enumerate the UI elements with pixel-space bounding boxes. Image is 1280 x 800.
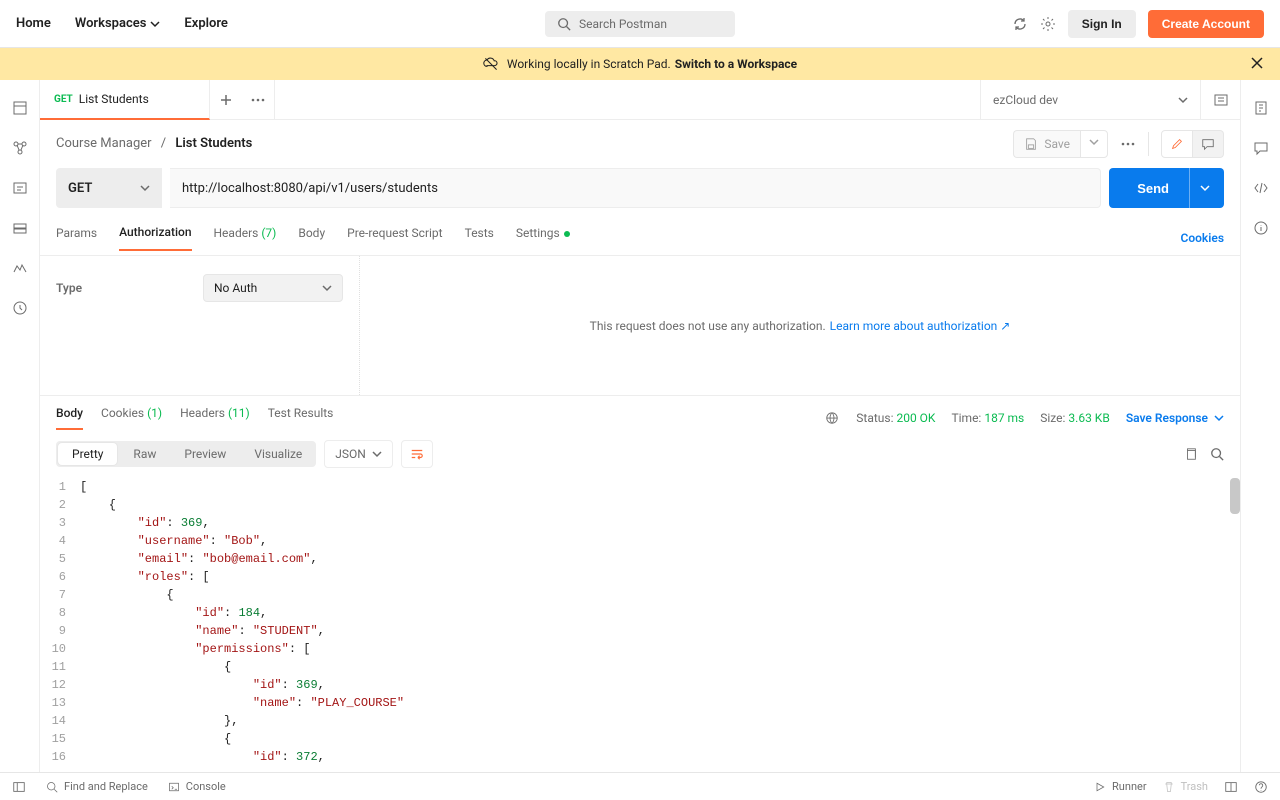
chevron-down-icon (372, 449, 382, 459)
auth-type-selector[interactable]: No Auth (203, 274, 343, 302)
breadcrumb: Course Manager / List Students (56, 136, 252, 151)
switch-workspace-link[interactable]: Switch to a Workspace (675, 57, 797, 71)
code-line: 9 "name": "STUDENT", (40, 622, 1240, 640)
collections-icon[interactable] (12, 100, 28, 116)
scratch-pad-banner: Working locally in Scratch Pad. Switch t… (0, 48, 1280, 80)
code-line: 4 "username": "Bob", (40, 532, 1240, 550)
console-button[interactable]: Console (168, 780, 226, 793)
search-response-button[interactable] (1210, 447, 1224, 461)
help-button[interactable] (1254, 780, 1268, 794)
close-banner-button[interactable] (1250, 56, 1264, 70)
save-button[interactable]: Save (1013, 130, 1080, 158)
subtab-headers[interactable]: Headers (7) (214, 226, 277, 250)
code-line: 5 "email": "bob@email.com", (40, 550, 1240, 568)
chevron-down-icon (140, 183, 150, 193)
auth-learn-more-link[interactable]: Learn more about authorization ↗ (830, 319, 1011, 333)
globe-icon[interactable] (824, 410, 840, 426)
url-input[interactable]: http://localhost:8080/api/v1/users/stude… (170, 168, 1101, 208)
response-size: Size: 3.63 KB (1040, 411, 1110, 425)
subtab-authorization[interactable]: Authorization (119, 225, 191, 251)
save-dropdown[interactable] (1080, 130, 1108, 158)
code-line: 8 "id": 184, (40, 604, 1240, 622)
method-selector[interactable]: GET (56, 168, 162, 208)
chevron-down-icon (322, 283, 332, 293)
tab-options-button[interactable] (242, 80, 274, 119)
cookies-link[interactable]: Cookies (1180, 231, 1224, 245)
chevron-down-icon (1214, 413, 1224, 423)
code-line: 6 "roles": [ (40, 568, 1240, 586)
subtab-prerequest[interactable]: Pre-request Script (347, 226, 442, 250)
scrollbar-thumb[interactable] (1230, 478, 1240, 514)
code-line: 7 { (40, 586, 1240, 604)
view-visualize[interactable]: Visualize (240, 441, 316, 467)
save-response-button[interactable]: Save Response (1126, 411, 1224, 425)
response-body[interactable]: 1[2 {3 "id": 369,4 "username": "Bob",5 "… (40, 478, 1240, 772)
comment-button[interactable] (1193, 130, 1224, 158)
chevron-down-icon (150, 19, 160, 29)
signin-button[interactable]: Sign In (1068, 10, 1136, 38)
resp-tab-tests[interactable]: Test Results (268, 406, 334, 430)
auth-type-label: Type (56, 281, 82, 295)
subtab-body[interactable]: Body (298, 226, 325, 250)
chevron-down-icon (1178, 95, 1188, 105)
new-tab-button[interactable] (210, 80, 242, 119)
view-pretty[interactable]: Pretty (58, 443, 117, 465)
code-line: 12 "id": 369, (40, 676, 1240, 694)
resp-tab-body[interactable]: Body (56, 406, 83, 430)
code-line: 3 "id": 369, (40, 514, 1240, 532)
nav-explore[interactable]: Explore (184, 16, 228, 31)
code-line: 14 }, (40, 712, 1240, 730)
request-tab[interactable]: GET List Students (40, 80, 210, 120)
resp-tab-cookies[interactable]: Cookies (1) (101, 406, 162, 430)
sidebar-toggle-button[interactable] (12, 780, 26, 794)
code-line: 15 { (40, 730, 1240, 748)
code-line: 2 { (40, 496, 1240, 514)
sync-icon[interactable] (1012, 16, 1028, 32)
find-replace-button[interactable]: Find and Replace (46, 780, 148, 793)
save-icon (1024, 137, 1038, 151)
code-line: 10 "permissions": [ (40, 640, 1240, 658)
nav-workspaces[interactable]: Workspaces (75, 16, 161, 31)
subtab-settings[interactable]: Settings (516, 226, 570, 250)
code-line: 1[ (40, 478, 1240, 496)
documentation-icon[interactable] (1253, 100, 1269, 116)
history-icon[interactable] (12, 300, 28, 316)
request-options-button[interactable] (1120, 136, 1136, 152)
wrap-lines-button[interactable] (401, 440, 433, 468)
resp-tab-headers[interactable]: Headers (11) (180, 406, 250, 430)
runner-button[interactable]: Runner (1094, 780, 1147, 793)
trash-button[interactable]: Trash (1163, 780, 1208, 793)
environments-icon[interactable] (12, 180, 28, 196)
edit-button[interactable] (1161, 130, 1193, 158)
two-pane-button[interactable] (1224, 780, 1238, 794)
code-line: 11 { (40, 658, 1240, 676)
apis-icon[interactable] (12, 140, 28, 156)
search-input[interactable]: Search Postman (545, 11, 735, 37)
comments-icon[interactable] (1253, 140, 1269, 156)
format-selector[interactable]: JSON (324, 440, 393, 468)
view-preview[interactable]: Preview (170, 441, 240, 467)
monitors-icon[interactable] (12, 260, 28, 276)
nav-home[interactable]: Home (16, 16, 51, 31)
subtab-params[interactable]: Params (56, 226, 97, 250)
response-time: Time: 187 ms (951, 411, 1024, 425)
chevron-down-icon (1200, 183, 1210, 193)
copy-response-button[interactable] (1184, 447, 1198, 461)
create-account-button[interactable]: Create Account (1148, 10, 1264, 38)
search-icon (557, 17, 571, 31)
code-line: 13 "name": "PLAY_COURSE" (40, 694, 1240, 712)
code-line: 16 "id": 372, (40, 748, 1240, 766)
send-button[interactable]: Send (1109, 168, 1224, 208)
status-code: Status: 200 OK (856, 411, 935, 425)
environment-selector[interactable]: ezCloud dev (980, 80, 1200, 119)
view-raw[interactable]: Raw (119, 441, 170, 467)
mock-servers-icon[interactable] (12, 220, 28, 236)
environment-quicklook-button[interactable] (1200, 80, 1240, 119)
subtab-tests[interactable]: Tests (465, 226, 494, 250)
info-icon[interactable] (1253, 220, 1269, 236)
code-icon[interactable] (1253, 180, 1269, 196)
cloud-off-icon (483, 56, 499, 72)
settings-icon[interactable] (1040, 16, 1056, 32)
